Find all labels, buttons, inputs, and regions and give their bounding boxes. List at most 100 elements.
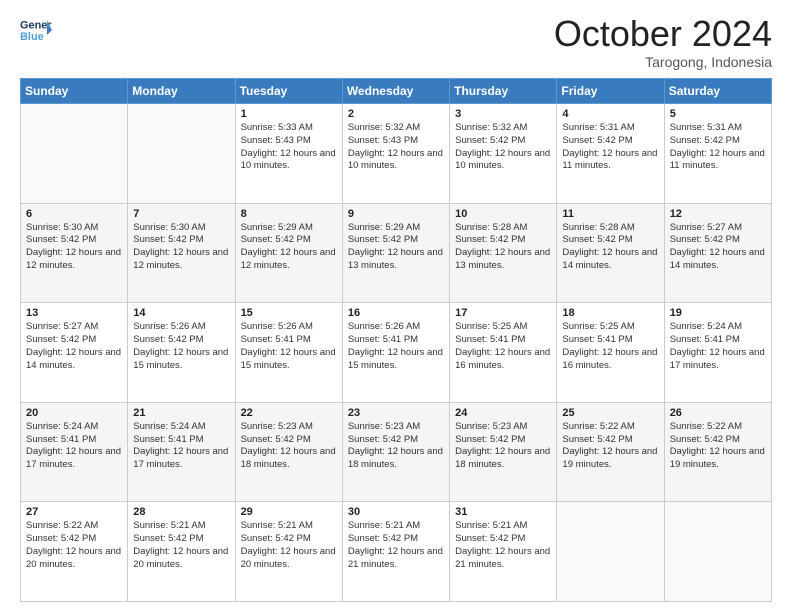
calendar-cell: 16 Sunrise: 5:26 AM Sunset: 5:41 PM Dayli… (342, 303, 449, 403)
day-number: 19 (670, 307, 766, 319)
day-number: 8 (241, 208, 337, 220)
calendar-cell: 1 Sunrise: 5:33 AM Sunset: 5:43 PM Daylig… (235, 104, 342, 204)
calendar-cell: 26 Sunrise: 5:22 AM Sunset: 5:42 PM Dayli… (664, 402, 771, 502)
day-info: Sunrise: 5:31 AM Sunset: 5:42 PM Dayligh… (562, 122, 658, 173)
calendar-cell: 13Sunrise: 5:27 AM Sunset: 5:42 PM Dayli… (21, 303, 128, 403)
day-info: Sunrise: 5:23 AM Sunset: 5:42 PM Dayligh… (348, 421, 444, 472)
calendar-cell: 14 Sunrise: 5:26 AM Sunset: 5:42 PM Dayli… (128, 303, 235, 403)
svg-text:Blue: Blue (20, 31, 44, 43)
day-number: 21 (133, 407, 229, 419)
weekday-header-wednesday: Wednesday (342, 79, 449, 104)
calendar-cell: 22 Sunrise: 5:23 AM Sunset: 5:42 PM Dayli… (235, 402, 342, 502)
day-info: Sunrise: 5:21 AM Sunset: 5:42 PM Dayligh… (455, 520, 551, 571)
calendar-cell: 12 Sunrise: 5:27 AM Sunset: 5:42 PM Dayli… (664, 203, 771, 303)
calendar-cell: 6 Sunrise: 5:30 AM Sunset: 5:42 PM Daylig… (21, 203, 128, 303)
calendar-cell: 29Sunrise: 5:21 AM Sunset: 5:42 PM Dayli… (235, 502, 342, 602)
calendar-cell: 18 Sunrise: 5:25 AM Sunset: 5:41 PM Dayli… (557, 303, 664, 403)
day-info: Sunrise: 5:23 AM Sunset: 5:42 PM Dayligh… (241, 421, 337, 472)
calendar-cell: 24 Sunrise: 5:23 AM Sunset: 5:42 PM Dayli… (450, 402, 557, 502)
day-number: 12 (670, 208, 766, 220)
calendar-cell: 2 Sunrise: 5:32 AM Sunset: 5:43 PM Daylig… (342, 104, 449, 204)
day-number: 2 (348, 108, 444, 120)
day-info: Sunrise: 5:26 AM Sunset: 5:42 PM Dayligh… (133, 321, 229, 372)
day-number: 18 (562, 307, 658, 319)
day-info: Sunrise: 5:29 AM Sunset: 5:42 PM Dayligh… (241, 222, 337, 273)
calendar-cell: 19 Sunrise: 5:24 AM Sunset: 5:41 PM Dayli… (664, 303, 771, 403)
day-info: Sunrise: 5:31 AM Sunset: 5:42 PM Dayligh… (670, 122, 766, 173)
day-number: 20 (26, 407, 122, 419)
day-number: 4 (562, 108, 658, 120)
calendar-cell (21, 104, 128, 204)
day-info: Sunrise: 5:25 AM Sunset: 5:41 PM Dayligh… (562, 321, 658, 372)
day-info: Sunrise: 5:24 AM Sunset: 5:41 PM Dayligh… (26, 421, 122, 472)
day-number: 22 (241, 407, 337, 419)
day-info: Sunrise: 5:32 AM Sunset: 5:42 PM Dayligh… (455, 122, 551, 173)
calendar-cell: 5 Sunrise: 5:31 AM Sunset: 5:42 PM Daylig… (664, 104, 771, 204)
day-info: Sunrise: 5:22 AM Sunset: 5:42 PM Dayligh… (562, 421, 658, 472)
day-number: 26 (670, 407, 766, 419)
calendar-cell: 10 Sunrise: 5:28 AM Sunset: 5:42 PM Dayli… (450, 203, 557, 303)
day-info: Sunrise: 5:32 AM Sunset: 5:43 PM Dayligh… (348, 122, 444, 173)
day-number: 24 (455, 407, 551, 419)
calendar-cell: 15Sunrise: 5:26 AM Sunset: 5:41 PM Dayli… (235, 303, 342, 403)
calendar-cell (557, 502, 664, 602)
day-number: 28 (133, 506, 229, 518)
day-number: 10 (455, 208, 551, 220)
day-info: Sunrise: 5:33 AM Sunset: 5:43 PM Dayligh… (241, 122, 337, 173)
calendar-cell: 21Sunrise: 5:24 AM Sunset: 5:41 PM Dayli… (128, 402, 235, 502)
day-number: 29 (241, 506, 337, 518)
day-number: 6 (26, 208, 122, 220)
day-info: Sunrise: 5:23 AM Sunset: 5:42 PM Dayligh… (455, 421, 551, 472)
calendar-cell: 3 Sunrise: 5:32 AM Sunset: 5:42 PM Daylig… (450, 104, 557, 204)
weekday-header-friday: Friday (557, 79, 664, 104)
day-number: 9 (348, 208, 444, 220)
day-number: 14 (133, 307, 229, 319)
calendar-cell (128, 104, 235, 204)
day-info: Sunrise: 5:30 AM Sunset: 5:42 PM Dayligh… (133, 222, 229, 273)
weekday-header-tuesday: Tuesday (235, 79, 342, 104)
day-info: Sunrise: 5:30 AM Sunset: 5:42 PM Dayligh… (26, 222, 122, 273)
day-info: Sunrise: 5:21 AM Sunset: 5:42 PM Dayligh… (133, 520, 229, 571)
day-number: 27 (26, 506, 122, 518)
location: Tarogong, Indonesia (554, 54, 772, 70)
day-info: Sunrise: 5:22 AM Sunset: 5:42 PM Dayligh… (26, 520, 122, 571)
day-info: Sunrise: 5:27 AM Sunset: 5:42 PM Dayligh… (670, 222, 766, 273)
calendar-page: General Blue October 2024 Tarogong, Indo… (0, 0, 792, 612)
day-number: 25 (562, 407, 658, 419)
calendar-cell: 9Sunrise: 5:29 AM Sunset: 5:42 PM Daylig… (342, 203, 449, 303)
calendar-cell: 31Sunrise: 5:21 AM Sunset: 5:42 PM Dayli… (450, 502, 557, 602)
day-number: 16 (348, 307, 444, 319)
weekday-row: SundayMondayTuesdayWednesdayThursdayFrid… (21, 79, 772, 104)
calendar-week-1: 1 Sunrise: 5:33 AM Sunset: 5:43 PM Daylig… (21, 104, 772, 204)
calendar-body: 1 Sunrise: 5:33 AM Sunset: 5:43 PM Daylig… (21, 104, 772, 602)
day-info: Sunrise: 5:24 AM Sunset: 5:41 PM Dayligh… (670, 321, 766, 372)
day-number: 5 (670, 108, 766, 120)
day-number: 7 (133, 208, 229, 220)
day-info: Sunrise: 5:27 AM Sunset: 5:42 PM Dayligh… (26, 321, 122, 372)
day-number: 3 (455, 108, 551, 120)
day-number: 11 (562, 208, 658, 220)
weekday-header-sunday: Sunday (21, 79, 128, 104)
logo: General Blue (20, 16, 52, 44)
calendar-week-3: 13Sunrise: 5:27 AM Sunset: 5:42 PM Dayli… (21, 303, 772, 403)
calendar-week-2: 6 Sunrise: 5:30 AM Sunset: 5:42 PM Daylig… (21, 203, 772, 303)
month-title: October 2024 (554, 16, 772, 52)
weekday-header-saturday: Saturday (664, 79, 771, 104)
calendar-cell: 8 Sunrise: 5:29 AM Sunset: 5:42 PM Daylig… (235, 203, 342, 303)
calendar-week-4: 20 Sunrise: 5:24 AM Sunset: 5:41 PM Dayli… (21, 402, 772, 502)
day-number: 17 (455, 307, 551, 319)
calendar-cell: 23Sunrise: 5:23 AM Sunset: 5:42 PM Dayli… (342, 402, 449, 502)
day-info: Sunrise: 5:26 AM Sunset: 5:41 PM Dayligh… (348, 321, 444, 372)
calendar-cell: 4 Sunrise: 5:31 AM Sunset: 5:42 PM Daylig… (557, 104, 664, 204)
day-info: Sunrise: 5:22 AM Sunset: 5:42 PM Dayligh… (670, 421, 766, 472)
calendar-week-5: 27 Sunrise: 5:22 AM Sunset: 5:42 PM Dayli… (21, 502, 772, 602)
day-number: 1 (241, 108, 337, 120)
day-info: Sunrise: 5:28 AM Sunset: 5:42 PM Dayligh… (562, 222, 658, 273)
day-info: Sunrise: 5:26 AM Sunset: 5:41 PM Dayligh… (241, 321, 337, 372)
title-block: October 2024 Tarogong, Indonesia (554, 16, 772, 70)
calendar-cell: 30Sunrise: 5:21 AM Sunset: 5:42 PM Dayli… (342, 502, 449, 602)
calendar-cell: 17Sunrise: 5:25 AM Sunset: 5:41 PM Dayli… (450, 303, 557, 403)
calendar-cell: 7 Sunrise: 5:30 AM Sunset: 5:42 PM Daylig… (128, 203, 235, 303)
day-info: Sunrise: 5:28 AM Sunset: 5:42 PM Dayligh… (455, 222, 551, 273)
top-bar: General Blue October 2024 Tarogong, Indo… (20, 16, 772, 70)
